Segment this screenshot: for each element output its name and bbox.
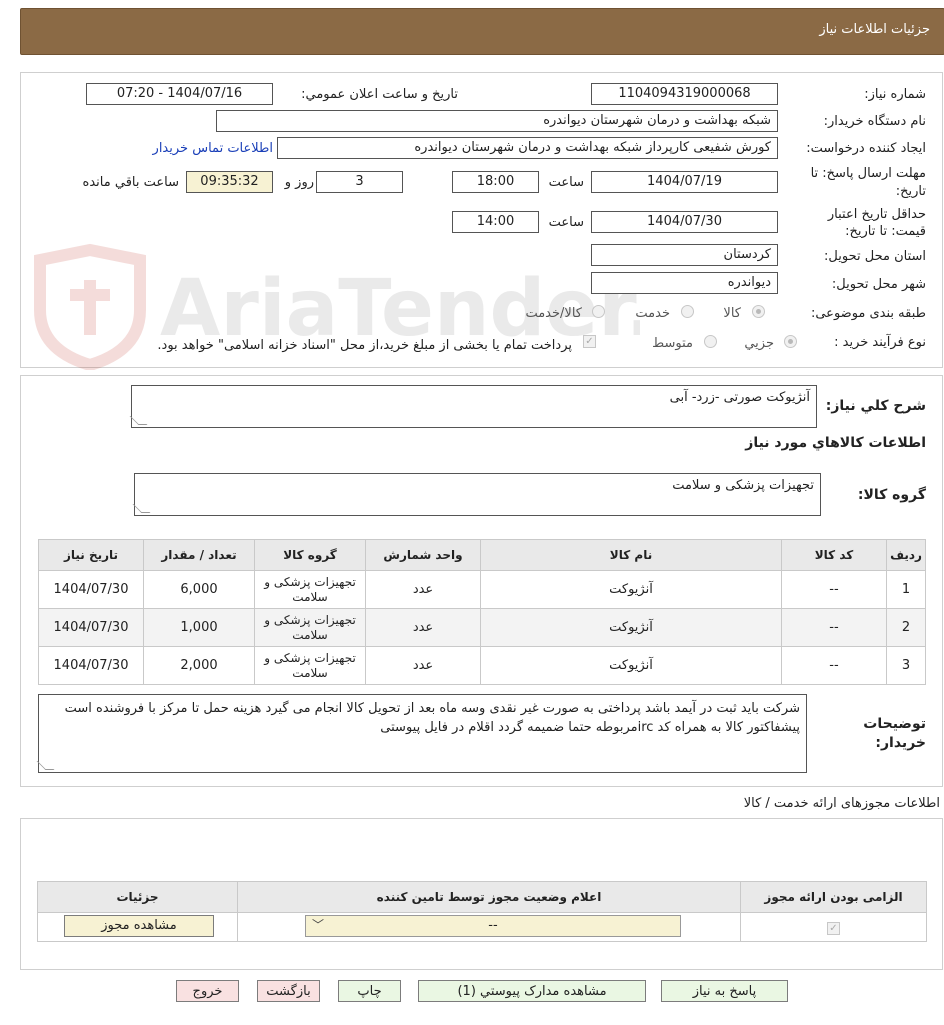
reply-deadline-label-line2: تاریخ:	[895, 184, 926, 199]
remaining-days-field[interactable]: 3	[316, 171, 403, 193]
process-minor-label: جزیي	[744, 336, 774, 351]
treasury-note: پرداخت تمام یا بخشی از مبلغ خرید،از محل …	[157, 338, 572, 353]
process-type-label: نوع فرآیند خرید :	[834, 335, 926, 350]
buyer-org-field[interactable]: شبکه بهداشت و درمان شهرستان دیواندره	[216, 110, 778, 132]
buyer-org-label: نام دستگاه خریدار:	[823, 114, 926, 129]
back-button[interactable]: بازگشت	[257, 980, 320, 1002]
chevron-down-icon: ﹀	[312, 918, 325, 932]
resize-grip-icon[interactable]	[132, 504, 151, 513]
remaining-days-label: روز و	[284, 175, 314, 190]
category-goods-service-radio[interactable]	[592, 305, 605, 318]
exit-button[interactable]: خروج	[176, 980, 239, 1002]
announce-datetime-field[interactable]: 1404/07/16 - 07:20	[86, 83, 273, 105]
category-goods-radio[interactable]	[752, 305, 765, 318]
view-attachments-button[interactable]: مشاهده مدارک پیوستي (1)	[418, 980, 646, 1002]
goods-group-label: گروه کالا:	[857, 487, 926, 503]
permits-table-header: الزامی بودن ارائه مجوز اعلام وضعیت مجوز …	[37, 881, 927, 913]
col-qty: تعداد / مقدار	[143, 539, 255, 571]
summary-textarea[interactable]: آنژیوکت صورتی -زرد- آبی	[129, 385, 817, 428]
city-field[interactable]: دیواندره	[591, 272, 778, 294]
col-name: نام کالا	[480, 539, 782, 571]
col-permit-required: الزامی بودن ارائه مجوز	[740, 881, 927, 913]
reply-deadline-date-field[interactable]: 1404/07/19	[591, 171, 778, 193]
buyer-notes-textarea[interactable]: شرکت باید ثبت در آیمد باشد پرداختی به صو…	[36, 694, 807, 773]
col-row: ردیف	[886, 539, 926, 571]
buyer-notes-label-line1: توضیحات	[863, 716, 926, 732]
resize-grip-icon[interactable]	[36, 761, 55, 770]
reply-deadline-time-field[interactable]: 18:00	[452, 171, 539, 193]
buyer-notes-label-line2: خریدار:	[875, 735, 926, 751]
items-table-header: ردیف کد کالا نام کالا واحد شمارش گروه کا…	[38, 539, 926, 571]
page-header: جزئیات اطلاعات نیاز	[20, 8, 944, 55]
permit-status-select[interactable]: -- ﹀	[305, 915, 681, 937]
need-number-label: شماره نیاز:	[864, 87, 926, 102]
requester-field[interactable]: کورش شفیعی کارپرداز شبکه بهداشت و درمان …	[277, 137, 778, 159]
category-goods-label: کالا	[723, 306, 741, 321]
summary-label: شرح کلي نياز:	[825, 398, 926, 414]
table-row: 3 -- آنژیوکت عدد تجهیزات پزشکی و سلامت 2…	[38, 646, 926, 685]
resize-grip-icon[interactable]	[129, 416, 148, 425]
need-number-field[interactable]: 1104094319000068	[591, 83, 778, 105]
reply-deadline-label-line1: مهلت ارسال پاسخ: تا	[810, 166, 926, 181]
page-title: جزئیات اطلاعات نیاز	[819, 22, 930, 37]
category-goods-service-label: کالا/خدمت	[525, 306, 582, 321]
col-date: تاریخ نیاز	[38, 539, 144, 571]
col-code: کد کالا	[781, 539, 887, 571]
reply-to-need-button[interactable]: پاسخ به نیاز	[661, 980, 788, 1002]
price-validity-time-label: ساعت	[548, 215, 584, 230]
process-medium-radio[interactable]	[704, 335, 717, 348]
city-label: شهر محل تحویل:	[831, 277, 926, 292]
category-service-label: خدمت	[635, 306, 670, 321]
buyer-contact-link[interactable]: اطلاعات تماس خریدار	[153, 141, 273, 156]
col-permit-status: اعلام وضعیت مجوز توسط تامین کننده	[237, 881, 741, 913]
category-service-radio[interactable]	[681, 305, 694, 318]
province-label: استان محل تحویل:	[824, 249, 926, 264]
treasury-checkbox[interactable]: ✓	[583, 335, 596, 348]
process-minor-radio[interactable]	[784, 335, 797, 348]
remaining-time-field: 09:35:32	[186, 171, 273, 193]
view-permit-button[interactable]: مشاهده مجوز	[64, 915, 214, 937]
permit-required-checkbox[interactable]: ✓	[827, 921, 840, 935]
table-row: 1 -- آنژیوکت عدد تجهیزات پزشکی و سلامت 6…	[38, 570, 926, 609]
price-validity-date-field[interactable]: 1404/07/30	[591, 211, 778, 233]
price-validity-time-field[interactable]: 14:00	[452, 211, 539, 233]
items-table: ردیف کد کالا نام کالا واحد شمارش گروه کا…	[38, 539, 926, 685]
print-button[interactable]: چاپ	[338, 980, 401, 1002]
category-label: طبقه بندی موضوعی:	[810, 306, 926, 321]
col-unit: واحد شمارش	[365, 539, 481, 571]
process-medium-label: متوسط	[652, 336, 693, 351]
reply-deadline-time-label: ساعت	[548, 175, 584, 190]
requester-label: ایجاد کننده درخواست:	[806, 141, 926, 156]
price-validity-label-line2: قیمت: تا تاریخ:	[845, 224, 926, 239]
province-field[interactable]: کردستان	[591, 244, 778, 266]
table-row: 2 -- آنژیوکت عدد تجهیزات پزشکی و سلامت 1…	[38, 608, 926, 647]
permit-status-value: --	[488, 918, 498, 933]
goods-group-textarea[interactable]: تجهیزات پزشکی و سلامت	[132, 473, 821, 516]
col-permit-details: جزئیات	[37, 881, 238, 913]
announce-datetime-label: تاریخ و ساعت اعلان عمومي:	[301, 87, 458, 102]
permits-title: اطلاعات مجوزهای ارائه خدمت / کالا	[743, 796, 940, 811]
price-validity-label-line1: حداقل تاریخ اعتبار	[827, 207, 926, 222]
remaining-time-label: ساعت باقي مانده	[82, 175, 179, 190]
goods-info-title: اطلاعات کالاهاي مورد نياز	[745, 435, 926, 451]
col-group: گروه کالا	[254, 539, 366, 571]
